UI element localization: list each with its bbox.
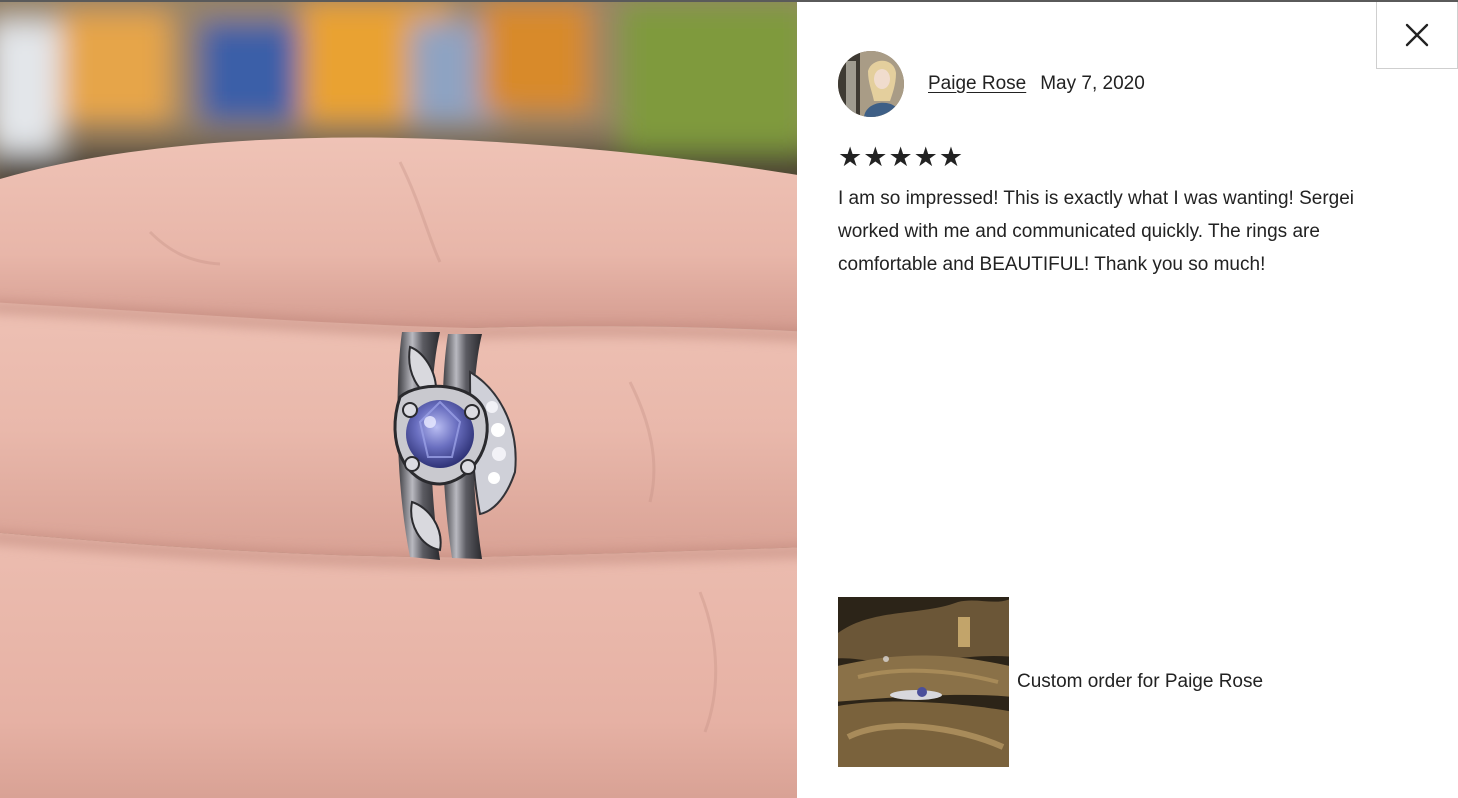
star-icon: ★: [888, 142, 913, 173]
star-rating: ★ ★ ★ ★ ★: [838, 143, 963, 173]
custom-order-label[interactable]: Custom order for Paige Rose: [1017, 671, 1263, 693]
close-button[interactable]: [1376, 2, 1458, 69]
star-icon: ★: [913, 142, 938, 173]
order-thumbnail[interactable]: [838, 597, 1009, 767]
star-icon: ★: [938, 142, 964, 173]
avatar[interactable]: [838, 51, 904, 117]
review-text: I am so impressed! This is exactly what …: [838, 188, 1355, 275]
star-icon: ★: [863, 142, 888, 173]
reviewer-name-link[interactable]: Paige Rose: [928, 73, 1026, 95]
review-panel: Paige Rose May 7, 2020 ★ ★ ★ ★ ★ I am so…: [797, 2, 1458, 798]
review-date: May 7, 2020: [1040, 73, 1145, 94]
close-icon: [1405, 23, 1429, 47]
custom-order-item[interactable]: Custom order for Paige Rose: [838, 597, 1263, 767]
review-header: Paige Rose May 7, 2020: [838, 51, 1145, 117]
review-photo-modal: Paige Rose May 7, 2020 ★ ★ ★ ★ ★ I am so…: [0, 0, 1458, 798]
star-icon: ★: [838, 142, 863, 173]
review-photo: [0, 2, 797, 798]
